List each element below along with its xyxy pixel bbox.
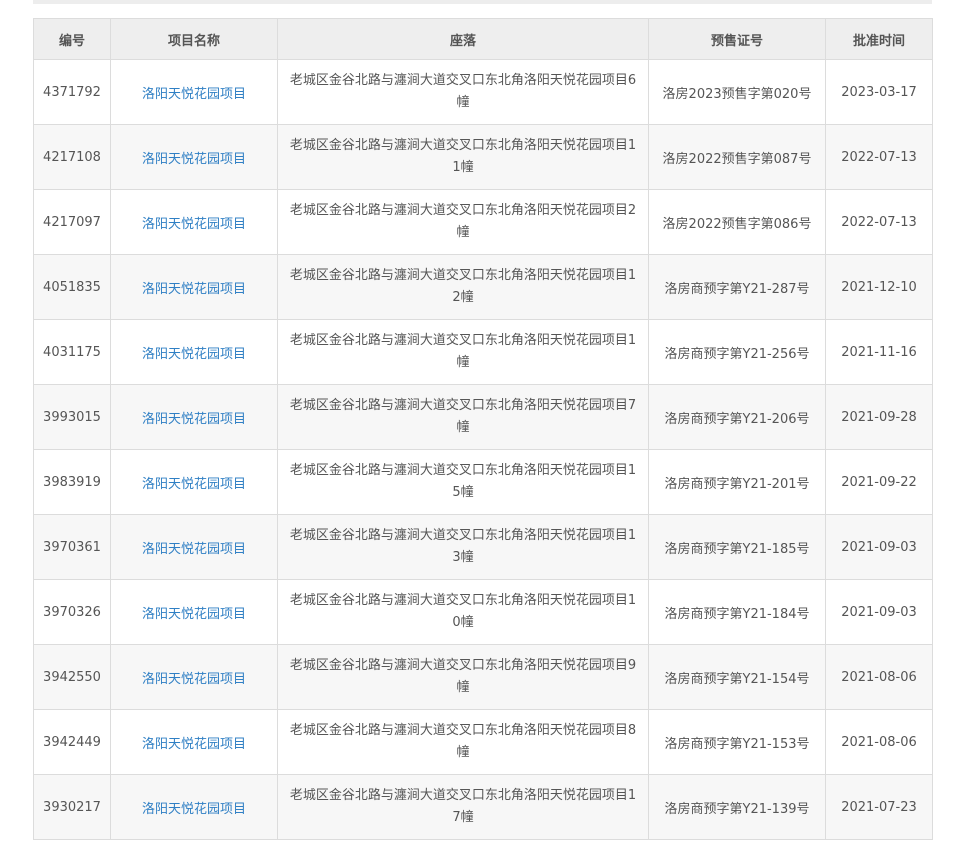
- top-divider-strip: [33, 0, 932, 4]
- cell-permit-number: 洛房2022预售字第087号: [648, 124, 826, 190]
- table-row: 3970361 洛阳天悦花园项目 老城区金谷北路与瀍涧大道交叉口东北角洛阳天悦花园项…: [33, 514, 933, 580]
- table-row: 3942449 洛阳天悦花园项目 老城区金谷北路与瀍涧大道交叉口东北角洛阳天悦花园项…: [33, 709, 933, 775]
- cell-location: 老城区金谷北路与瀍涧大道交叉口东北角洛阳天悦花园项目11幢: [277, 124, 649, 190]
- cell-permit-number: 洛房2023预售字第020号: [648, 59, 826, 125]
- cell-approval-date: 2022-07-13: [825, 189, 933, 255]
- cell-project-name-link[interactable]: 洛阳天悦花园项目: [110, 189, 278, 255]
- cell-approval-date: 2021-07-23: [825, 774, 933, 840]
- cell-project-name-link[interactable]: 洛阳天悦花园项目: [110, 774, 278, 840]
- header-id: 编号: [33, 18, 111, 60]
- table-row: 3930217 洛阳天悦花园项目 老城区金谷北路与瀍涧大道交叉口东北角洛阳天悦花园项…: [33, 774, 933, 840]
- cell-approval-date: 2021-11-16: [825, 319, 933, 385]
- table-row: 4217108 洛阳天悦花园项目 老城区金谷北路与瀍涧大道交叉口东北角洛阳天悦花园项…: [33, 124, 933, 190]
- presale-permit-table: 编号 项目名称 座落 预售证号 批准时间 4371792 洛阳天悦花园项目 老城区金…: [33, 18, 933, 840]
- table-body: 4371792 洛阳天悦花园项目 老城区金谷北路与瀍涧大道交叉口东北角洛阳天悦花园项…: [33, 59, 933, 840]
- cell-permit-number: 洛房商预字第Y21-185号: [648, 514, 826, 580]
- cell-project-name-link[interactable]: 洛阳天悦花园项目: [110, 644, 278, 710]
- table-row: 3942550 洛阳天悦花园项目 老城区金谷北路与瀍涧大道交叉口东北角洛阳天悦花园项…: [33, 644, 933, 710]
- cell-permit-number: 洛房商预字第Y21-287号: [648, 254, 826, 320]
- table-row: 4031175 洛阳天悦花园项目 老城区金谷北路与瀍涧大道交叉口东北角洛阳天悦花园项…: [33, 319, 933, 385]
- cell-location: 老城区金谷北路与瀍涧大道交叉口东北角洛阳天悦花园项目10幢: [277, 579, 649, 645]
- cell-id: 3983919: [33, 449, 111, 515]
- cell-id: 4051835: [33, 254, 111, 320]
- cell-project-name-link[interactable]: 洛阳天悦花园项目: [110, 449, 278, 515]
- header-permit-number: 预售证号: [648, 18, 826, 60]
- cell-approval-date: 2021-08-06: [825, 709, 933, 775]
- header-project-name: 项目名称: [110, 18, 278, 60]
- cell-location: 老城区金谷北路与瀍涧大道交叉口东北角洛阳天悦花园项目9幢: [277, 644, 649, 710]
- cell-approval-date: 2021-09-22: [825, 449, 933, 515]
- cell-id: 4217097: [33, 189, 111, 255]
- cell-project-name-link[interactable]: 洛阳天悦花园项目: [110, 514, 278, 580]
- table-header: 编号 项目名称 座落 预售证号 批准时间: [33, 18, 933, 60]
- cell-permit-number: 洛房商预字第Y21-154号: [648, 644, 826, 710]
- header-location: 座落: [277, 18, 649, 60]
- cell-permit-number: 洛房商预字第Y21-184号: [648, 579, 826, 645]
- cell-permit-number: 洛房商预字第Y21-201号: [648, 449, 826, 515]
- table-row: 4371792 洛阳天悦花园项目 老城区金谷北路与瀍涧大道交叉口东北角洛阳天悦花园项…: [33, 59, 933, 125]
- cell-id: 3970361: [33, 514, 111, 580]
- table-row: 3983919 洛阳天悦花园项目 老城区金谷北路与瀍涧大道交叉口东北角洛阳天悦花园项…: [33, 449, 933, 515]
- table-row: 4217097 洛阳天悦花园项目 老城区金谷北路与瀍涧大道交叉口东北角洛阳天悦花园项…: [33, 189, 933, 255]
- cell-id: 3993015: [33, 384, 111, 450]
- cell-project-name-link[interactable]: 洛阳天悦花园项目: [110, 579, 278, 645]
- table-row: 3993015 洛阳天悦花园项目 老城区金谷北路与瀍涧大道交叉口东北角洛阳天悦花园项…: [33, 384, 933, 450]
- cell-id: 4217108: [33, 124, 111, 190]
- cell-location: 老城区金谷北路与瀍涧大道交叉口东北角洛阳天悦花园项目6幢: [277, 59, 649, 125]
- cell-location: 老城区金谷北路与瀍涧大道交叉口东北角洛阳天悦花园项目17幢: [277, 774, 649, 840]
- cell-permit-number: 洛房2022预售字第086号: [648, 189, 826, 255]
- cell-location: 老城区金谷北路与瀍涧大道交叉口东北角洛阳天悦花园项目15幢: [277, 449, 649, 515]
- cell-project-name-link[interactable]: 洛阳天悦花园项目: [110, 384, 278, 450]
- cell-id: 3942550: [33, 644, 111, 710]
- cell-approval-date: 2023-03-17: [825, 59, 933, 125]
- cell-approval-date: 2021-09-28: [825, 384, 933, 450]
- cell-permit-number: 洛房商预字第Y21-256号: [648, 319, 826, 385]
- presale-permit-table-container: 编号 项目名称 座落 预售证号 批准时间 4371792 洛阳天悦花园项目 老城区金…: [33, 18, 933, 840]
- cell-project-name-link[interactable]: 洛阳天悦花园项目: [110, 709, 278, 775]
- cell-project-name-link[interactable]: 洛阳天悦花园项目: [110, 59, 278, 125]
- cell-location: 老城区金谷北路与瀍涧大道交叉口东北角洛阳天悦花园项目1幢: [277, 319, 649, 385]
- cell-permit-number: 洛房商预字第Y21-139号: [648, 774, 826, 840]
- cell-permit-number: 洛房商预字第Y21-206号: [648, 384, 826, 450]
- cell-id: 4371792: [33, 59, 111, 125]
- cell-approval-date: 2021-08-06: [825, 644, 933, 710]
- header-approval-date: 批准时间: [825, 18, 933, 60]
- cell-id: 4031175: [33, 319, 111, 385]
- cell-location: 老城区金谷北路与瀍涧大道交叉口东北角洛阳天悦花园项目2幢: [277, 189, 649, 255]
- table-row: 4051835 洛阳天悦花园项目 老城区金谷北路与瀍涧大道交叉口东北角洛阳天悦花园项…: [33, 254, 933, 320]
- cell-location: 老城区金谷北路与瀍涧大道交叉口东北角洛阳天悦花园项目13幢: [277, 514, 649, 580]
- table-row: 3970326 洛阳天悦花园项目 老城区金谷北路与瀍涧大道交叉口东北角洛阳天悦花园项…: [33, 579, 933, 645]
- cell-project-name-link[interactable]: 洛阳天悦花园项目: [110, 124, 278, 190]
- cell-location: 老城区金谷北路与瀍涧大道交叉口东北角洛阳天悦花园项目8幢: [277, 709, 649, 775]
- cell-project-name-link[interactable]: 洛阳天悦花园项目: [110, 319, 278, 385]
- cell-id: 3970326: [33, 579, 111, 645]
- cell-approval-date: 2021-12-10: [825, 254, 933, 320]
- header-row: 编号 项目名称 座落 预售证号 批准时间: [33, 18, 933, 60]
- cell-project-name-link[interactable]: 洛阳天悦花园项目: [110, 254, 278, 320]
- cell-approval-date: 2021-09-03: [825, 579, 933, 645]
- cell-location: 老城区金谷北路与瀍涧大道交叉口东北角洛阳天悦花园项目7幢: [277, 384, 649, 450]
- cell-id: 3930217: [33, 774, 111, 840]
- cell-permit-number: 洛房商预字第Y21-153号: [648, 709, 826, 775]
- cell-id: 3942449: [33, 709, 111, 775]
- cell-approval-date: 2022-07-13: [825, 124, 933, 190]
- cell-location: 老城区金谷北路与瀍涧大道交叉口东北角洛阳天悦花园项目12幢: [277, 254, 649, 320]
- cell-approval-date: 2021-09-03: [825, 514, 933, 580]
